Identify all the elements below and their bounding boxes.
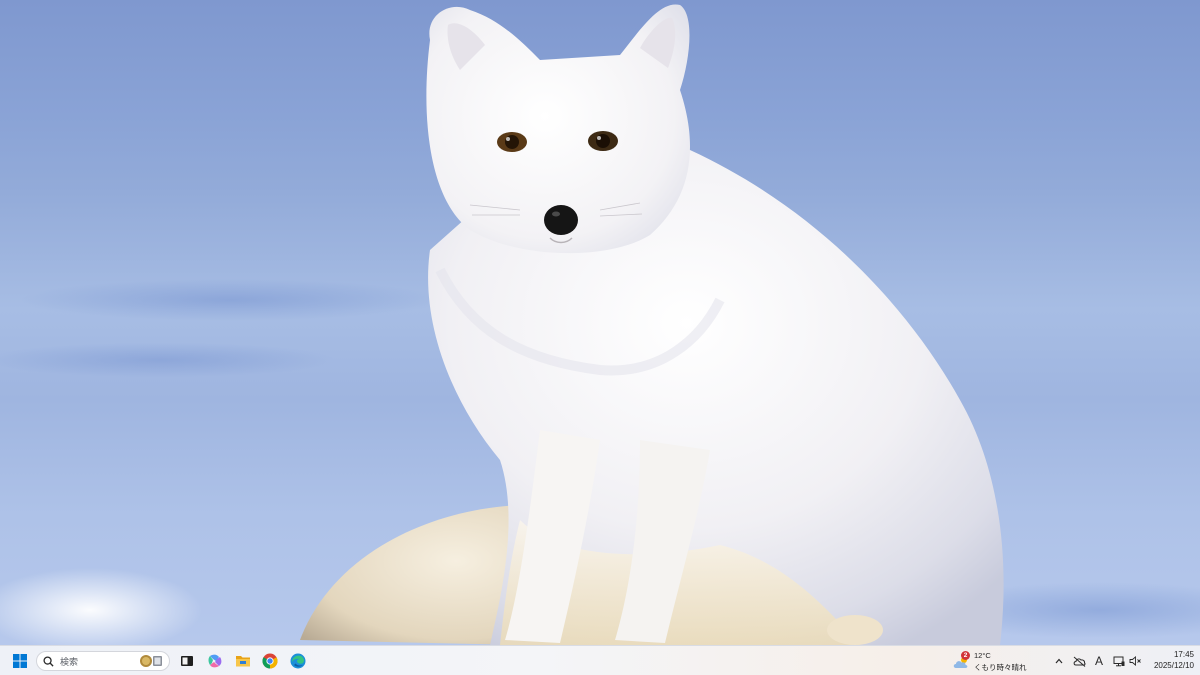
folder-icon xyxy=(236,656,250,667)
weather-widget[interactable]: 2 12°C くもり時々晴れ xyxy=(952,649,1032,674)
chrome-button[interactable] xyxy=(259,650,281,672)
clock-time: 17:45 xyxy=(1173,650,1194,659)
edge-icon xyxy=(290,653,306,669)
ime-label: A xyxy=(1094,654,1103,668)
network-button[interactable] xyxy=(1111,653,1127,669)
task-view-icon xyxy=(181,656,193,666)
weather-condition: くもり時々晴れ xyxy=(974,662,1027,672)
start-button[interactable] xyxy=(9,650,31,672)
network-icon xyxy=(1113,656,1125,666)
chevron-up-icon xyxy=(1055,658,1063,664)
clock[interactable]: 17:45 2025/12/10 xyxy=(1144,649,1194,674)
show-hidden-icons-button[interactable] xyxy=(1053,653,1065,669)
search-highlight-icon xyxy=(140,655,162,667)
arctic-fox-wallpaper xyxy=(300,4,1004,645)
ime-mode-button[interactable]: A xyxy=(1092,653,1106,669)
cloud-off-icon xyxy=(1073,656,1086,667)
copilot-icon xyxy=(208,654,222,668)
onedrive-status-button[interactable] xyxy=(1071,653,1087,669)
windows-start-icon xyxy=(13,654,27,668)
file-explorer-button[interactable] xyxy=(232,650,254,672)
search-input[interactable]: 検索 xyxy=(36,651,170,671)
weather-badge: 2 xyxy=(961,651,970,660)
edge-button[interactable] xyxy=(287,650,309,672)
chrome-icon xyxy=(262,653,278,669)
volume-button[interactable] xyxy=(1127,653,1143,669)
copilot-button[interactable] xyxy=(204,650,226,672)
volume-muted-icon xyxy=(1129,656,1141,666)
clock-date: 2025/12/10 xyxy=(1153,661,1194,670)
task-view-button[interactable] xyxy=(176,650,198,672)
search-icon xyxy=(43,655,54,667)
search-placeholder: 検索 xyxy=(60,657,79,668)
weather-temperature: 12°C xyxy=(974,651,991,660)
taskbar: 検索 2 12°C くもり時々晴れ A 17:45 2025/12/10 xyxy=(0,645,1200,675)
desktop[interactable] xyxy=(0,0,1200,645)
